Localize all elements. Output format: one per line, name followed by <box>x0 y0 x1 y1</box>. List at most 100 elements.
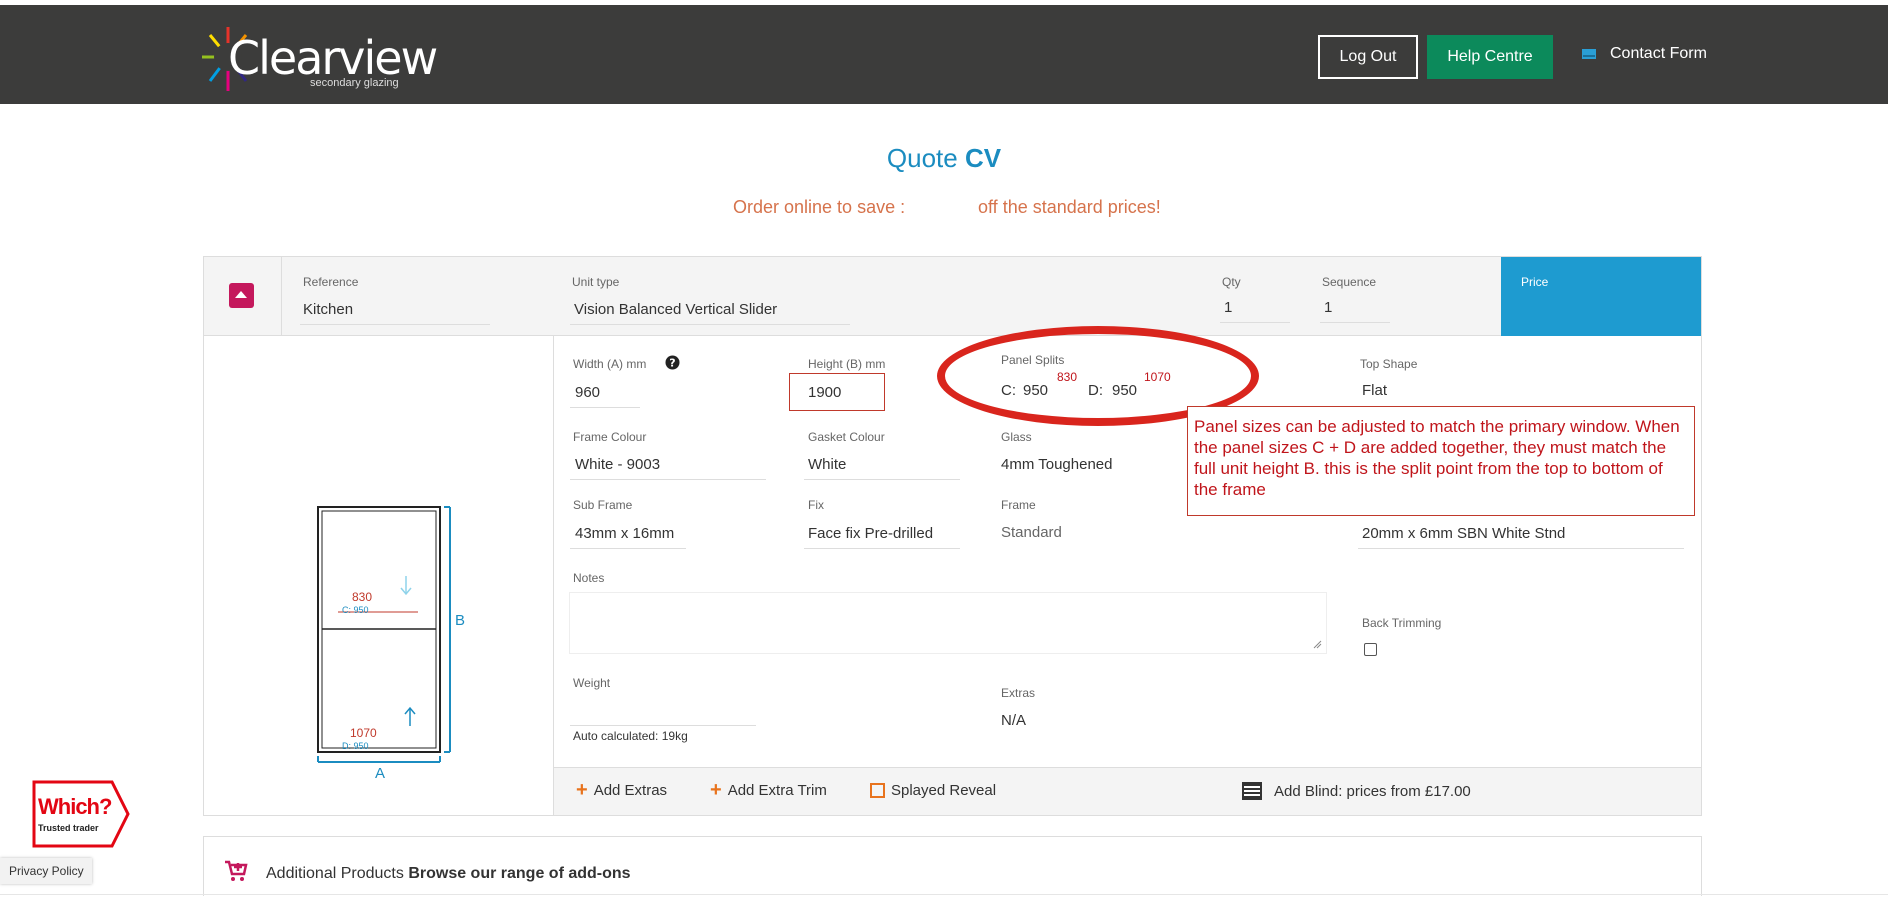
sequence-input[interactable]: 1 <box>1324 299 1332 316</box>
help-question-icon[interactable]: ? <box>665 355 680 370</box>
add-blind-button[interactable]: Add Blind: prices from £17.00 <box>1242 782 1471 800</box>
frame-colour-underline <box>570 479 766 480</box>
sequence-label: Sequence <box>1322 275 1377 289</box>
frame-value: Standard <box>1001 524 1062 541</box>
add-extra-trim-label: Add Extra Trim <box>727 782 827 799</box>
gasket-colour-label: Gasket Colour <box>808 430 885 444</box>
unit-type-label: Unit type <box>572 275 620 289</box>
promo-text-before: Order online to save : <box>733 197 906 217</box>
width-input[interactable]: 960 <box>575 384 600 401</box>
back-trimming-label: Back Trimming <box>1362 616 1442 630</box>
width-label: Width (A) mm <box>573 357 647 371</box>
reference-label: Reference <box>303 275 359 289</box>
frame-colour-label: Frame Colour <box>573 430 647 444</box>
top-shape-select[interactable]: Flat <box>1362 382 1387 399</box>
height-label: Height (B) mm <box>808 357 886 371</box>
logo-subtitle: secondary glazing <box>310 77 399 89</box>
promo-text-after: off the standard prices! <box>978 197 1161 217</box>
trusted-trader-text: Trusted trader <box>38 823 99 833</box>
footer-divider <box>0 894 1888 900</box>
diagram-width-label: A <box>375 765 386 782</box>
reference-input[interactable]: Kitchen <box>303 301 353 318</box>
extras-label: Extras <box>1001 686 1036 700</box>
height-input[interactable]: 1900 <box>808 384 841 401</box>
diagram-bottom-sub: D: 950 <box>342 741 369 751</box>
diagram-top-sub: C: 950 <box>342 605 369 615</box>
frame-label: Frame <box>1001 498 1036 512</box>
quote-title-prefix: Quote <box>886 143 958 173</box>
logout-button[interactable]: Log Out <box>1318 35 1418 79</box>
unit-type-select[interactable]: Vision Balanced Vertical Slider <box>574 301 777 318</box>
plus-icon: + <box>576 779 588 801</box>
fix-label: Fix <box>808 498 824 512</box>
extras-value: N/A <box>1001 712 1027 729</box>
qty-label: Qty <box>1222 275 1241 289</box>
sub-frame-select[interactable]: 43mm x 16mm <box>575 525 674 542</box>
fix-underline <box>804 548 960 549</box>
sub-frame-label: Sub Frame <box>573 498 633 512</box>
trim-underline <box>1358 548 1684 549</box>
weight-underline <box>570 725 756 726</box>
trim-select[interactable]: 20mm x 6mm SBN White Stnd <box>1362 525 1565 542</box>
site-header: Clearview secondary glazing Log Out Help… <box>0 0 1888 104</box>
which-logo-text: Which? <box>38 794 112 819</box>
page-title: Quote CV <box>0 143 1888 174</box>
resize-grip-icon <box>1313 640 1322 649</box>
add-blind-label: Add Blind: prices from £17.00 <box>1274 782 1471 800</box>
unit-type-underline <box>570 324 850 325</box>
gasket-colour-underline <box>804 479 960 480</box>
window-diagram <box>317 506 451 763</box>
unit-header-row: Reference Kitchen Unit type Vision Balan… <box>204 257 1701 336</box>
cart-add-icon <box>225 860 248 881</box>
blind-icon <box>1242 782 1262 800</box>
collapse-toggle-icon[interactable] <box>229 283 254 308</box>
plus-icon: + <box>710 779 722 801</box>
add-extras-button[interactable]: + Add Extras <box>576 779 668 801</box>
contact-form-label: Contact Form <box>1610 45 1707 62</box>
arrow-up-icon <box>404 706 416 726</box>
svg-text:?: ? <box>669 357 675 370</box>
diagram-bottom-value: 1070 <box>350 726 377 740</box>
mail-icon <box>1582 49 1596 59</box>
weight-note: Auto calculated: 19kg <box>573 729 688 743</box>
width-underline <box>570 407 640 408</box>
which-trusted-trader-badge[interactable]: Which? Trusted trader <box>32 780 130 848</box>
notes-label: Notes <box>573 571 605 585</box>
glass-select[interactable]: 4mm Toughened <box>1001 456 1112 473</box>
arrow-down-icon <box>400 576 412 596</box>
glass-label: Glass <box>1001 430 1032 444</box>
additional-products-card[interactable]: Additional Products Browse our range of … <box>203 836 1702 896</box>
quote-title-suffix: CV <box>964 143 1002 173</box>
price-label: Price <box>1521 275 1549 289</box>
gasket-colour-select[interactable]: White <box>808 456 846 473</box>
diagram-height-label: B <box>455 612 466 629</box>
sub-frame-underline <box>570 548 686 549</box>
back-trimming-checkbox[interactable] <box>1364 643 1377 656</box>
qty-underline <box>1220 322 1290 323</box>
additional-products-text: Additional Products Browse our range of … <box>266 865 631 883</box>
fix-select[interactable]: Face fix Pre-drilled <box>808 525 933 542</box>
price-panel: Price <box>1501 257 1701 336</box>
contact-form-link[interactable]: Contact Form <box>1582 45 1707 63</box>
top-shape-label: Top Shape <box>1360 357 1418 371</box>
add-extra-trim-button[interactable]: + Add Extra Trim <box>710 779 827 801</box>
reference-underline <box>300 324 490 325</box>
splayed-reveal-button[interactable]: Splayed Reveal <box>870 782 996 799</box>
sequence-underline <box>1320 322 1390 323</box>
help-centre-button[interactable]: Help Centre <box>1427 35 1553 79</box>
header-divider <box>281 257 282 336</box>
edit-icon <box>870 783 885 798</box>
unit-diagram-panel: 830 C: 950 1070 D: 950 B A <box>204 336 554 815</box>
diagram-top-value: 830 <box>352 590 373 604</box>
notes-textarea[interactable] <box>569 592 1327 654</box>
weight-label: Weight <box>573 676 611 690</box>
qty-input[interactable]: 1 <box>1224 299 1232 316</box>
privacy-policy-link[interactable]: Privacy Policy <box>0 858 92 884</box>
frame-colour-select[interactable]: White - 9003 <box>575 456 660 473</box>
splayed-reveal-label: Splayed Reveal <box>891 782 997 799</box>
clearview-logo[interactable]: Clearview secondary glazing <box>200 21 438 95</box>
actions-bar: + Add Extras + Add Extra Trim Splayed Re… <box>554 767 1701 815</box>
additional-products-prefix: Additional Products <box>266 865 404 882</box>
browse-add-ons-link[interactable]: Browse our range of add-ons <box>408 865 630 882</box>
add-extras-label: Add Extras <box>593 782 668 799</box>
